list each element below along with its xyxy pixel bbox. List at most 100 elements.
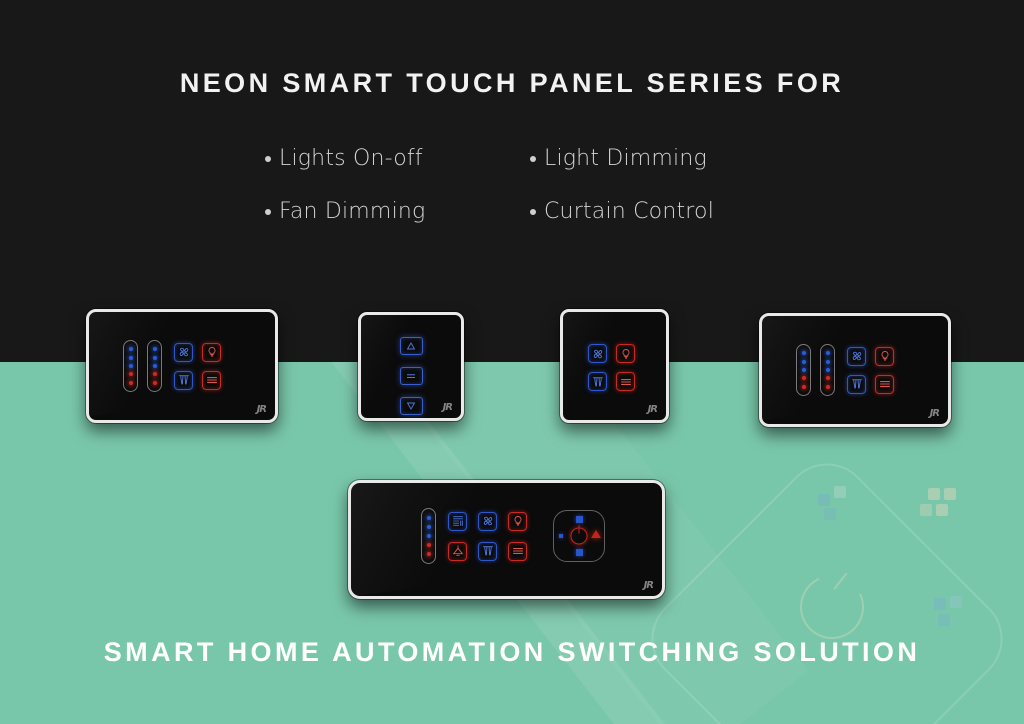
feature-item-lights-on-off: Lights On-off	[265, 146, 530, 171]
curtain-icon	[592, 376, 603, 386]
product-panel-4key[interactable]: JR	[560, 309, 669, 423]
feature-item-fan-dimming: Fan Dimming	[265, 199, 530, 224]
led-indicator	[426, 515, 431, 520]
led-indicator	[152, 363, 157, 368]
led-strip	[796, 344, 811, 396]
bullet-dot-icon	[530, 208, 536, 215]
fan-icon-key[interactable]	[847, 346, 866, 366]
fan-icon	[179, 347, 188, 357]
led-indicator	[426, 524, 431, 529]
led-strip	[123, 340, 138, 392]
curtain-stop-key[interactable]	[399, 367, 423, 385]
led-indicator	[152, 372, 157, 377]
heater-icon-key[interactable]	[508, 541, 527, 561]
blinds-icon-key[interactable]	[448, 511, 467, 531]
heater-icon-key[interactable]	[202, 370, 221, 390]
product-panel-8m-wide[interactable]: JR	[348, 480, 665, 599]
scene-control-pad[interactable]	[553, 510, 605, 562]
led-indicator	[825, 359, 830, 364]
curtain-icon-key[interactable]	[588, 372, 607, 391]
fan-icon-key[interactable]	[478, 511, 497, 531]
led-indicator	[825, 384, 830, 389]
led-indicator	[128, 380, 133, 385]
page-title: NEON SMART TOUCH PANEL SERIES FOR	[179, 68, 845, 98]
heater-icon-key[interactable]	[616, 372, 635, 391]
curtain-icon-key[interactable]	[478, 541, 497, 561]
feature-label: Curtain Control	[544, 199, 715, 224]
product-panel-4m-right[interactable]: JR	[759, 313, 951, 427]
curtain-icon	[851, 379, 862, 389]
curtain-icon-key[interactable]	[174, 370, 193, 390]
pendant-lamp-icon-key[interactable]	[448, 541, 467, 561]
pendant-lamp-icon	[452, 545, 463, 556]
led-indicator	[825, 367, 830, 372]
heater-icon	[512, 548, 523, 554]
led-strip	[147, 340, 162, 392]
led-indicator	[152, 380, 157, 385]
bullet-dot-icon	[530, 155, 536, 162]
fan-icon-key[interactable]	[174, 342, 193, 362]
led-indicator	[128, 355, 133, 360]
led-indicator	[825, 376, 830, 381]
brand-logo: JR	[647, 404, 658, 415]
feature-label: Fan Dimming	[279, 199, 426, 224]
heater-icon	[206, 377, 217, 383]
brand-logo: JR	[256, 404, 267, 415]
led-strip	[820, 344, 835, 396]
bulb-icon	[208, 347, 215, 357]
led-indicator	[128, 347, 133, 352]
pad-up-square-icon[interactable]	[575, 516, 583, 523]
footer-banner-text: SMART HOME AUTOMATION SWITCHING SOLUTION	[103, 637, 921, 667]
led-indicator	[801, 359, 806, 364]
led-indicator	[128, 372, 133, 377]
product-panel-4m-left[interactable]: JR	[86, 309, 278, 423]
bulb-icon	[881, 351, 888, 361]
heater-icon	[620, 378, 631, 385]
led-indicator	[152, 355, 157, 360]
triangle-up-icon	[406, 342, 416, 350]
feature-list: Lights On-off Light Dimming Fan Dimming …	[265, 146, 825, 252]
brand-logo: JR	[442, 402, 453, 413]
led-indicator	[801, 351, 806, 356]
curtain-icon-key[interactable]	[847, 374, 866, 394]
led-indicator	[801, 384, 806, 389]
bulb-icon-key[interactable]	[616, 344, 635, 363]
feature-label: Lights On-off	[279, 146, 423, 171]
bulb-icon	[622, 348, 629, 359]
bulb-icon-key[interactable]	[202, 342, 221, 362]
curtain-down-key[interactable]	[399, 397, 423, 415]
power-icon[interactable]	[570, 525, 588, 545]
bulb-icon-key[interactable]	[508, 511, 527, 531]
led-indicator	[152, 347, 157, 352]
heater-icon	[879, 381, 890, 387]
feature-label: Light Dimming	[544, 146, 707, 171]
pad-right-triangle-icon[interactable]	[591, 530, 601, 538]
blinds-icon	[452, 516, 463, 526]
heater-icon-key[interactable]	[875, 374, 894, 394]
led-indicator	[801, 376, 806, 381]
led-indicator	[426, 543, 431, 548]
fan-icon	[593, 349, 602, 358]
fan-icon	[483, 516, 492, 526]
feature-item-light-dimming: Light Dimming	[530, 146, 795, 171]
stop-bars-icon	[407, 374, 415, 378]
fan-icon	[852, 351, 861, 361]
fan-icon-key[interactable]	[588, 344, 607, 363]
feature-row: Lights On-off Light Dimming	[265, 146, 825, 171]
bullet-dot-icon	[265, 155, 271, 162]
led-indicator	[801, 367, 806, 372]
feature-row: Fan Dimming Curtain Control	[265, 199, 825, 224]
feature-item-curtain-control: Curtain Control	[530, 199, 795, 224]
pad-down-square-icon[interactable]	[575, 549, 583, 556]
brand-logo: JR	[929, 408, 940, 419]
bulb-icon-key[interactable]	[875, 346, 894, 366]
triangle-down-icon	[406, 402, 416, 410]
led-indicator	[426, 533, 431, 538]
curtain-icon	[178, 375, 189, 385]
product-panel-curtain[interactable]: JR	[358, 312, 464, 421]
poster-canvas: NEON SMART TOUCH PANEL SERIES FOR Lights…	[0, 0, 1024, 724]
curtain-icon	[482, 546, 493, 556]
curtain-up-key[interactable]	[399, 337, 423, 355]
pad-left-dot-icon[interactable]	[559, 534, 563, 538]
led-strip	[421, 508, 436, 564]
